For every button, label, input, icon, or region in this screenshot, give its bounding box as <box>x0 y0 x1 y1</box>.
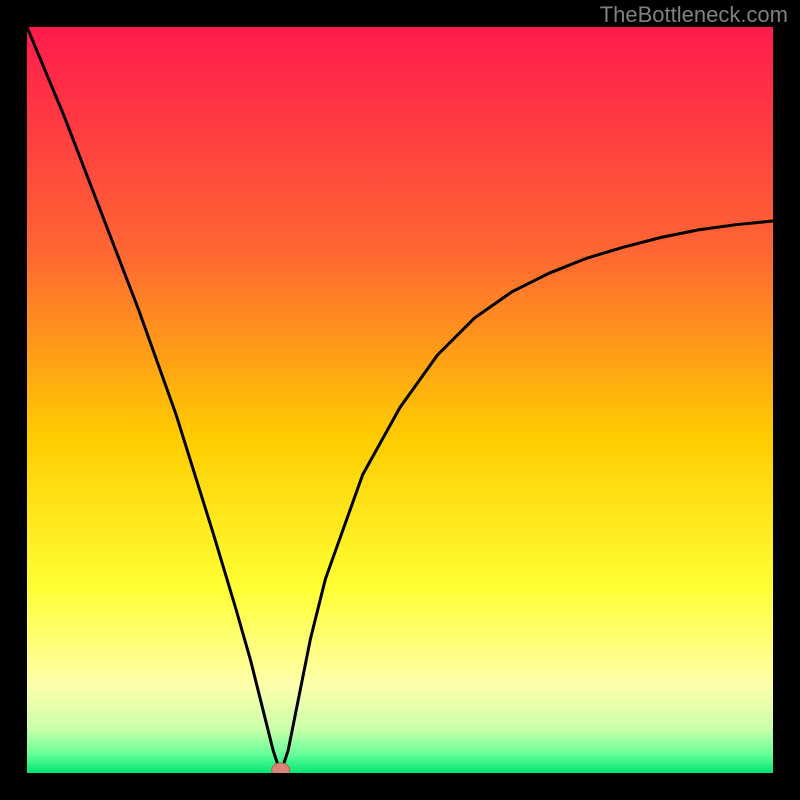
gradient-background <box>27 27 773 773</box>
watermark-text: TheBottleneck.com <box>600 2 788 28</box>
chart-container: TheBottleneck.com <box>0 0 800 800</box>
plot-area <box>27 27 773 773</box>
chart-svg <box>27 27 773 773</box>
minimum-marker <box>272 763 290 773</box>
